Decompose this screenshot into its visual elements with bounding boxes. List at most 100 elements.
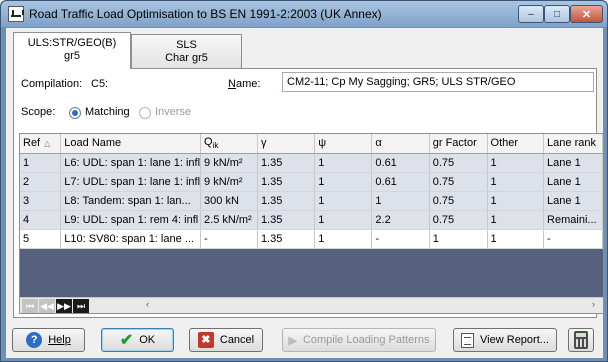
scope-inverse-radio[interactable] <box>139 107 151 119</box>
cell-alpha[interactable]: - <box>371 229 430 249</box>
cancel-button[interactable]: ✖ Cancel <box>189 328 263 352</box>
cell-gamma[interactable]: 1.35 <box>257 191 316 211</box>
cell-other[interactable]: 1 <box>487 229 545 249</box>
cell-gamma[interactable]: 1.35 <box>257 229 316 249</box>
tab-sls-line2: Char gr5 <box>165 52 208 64</box>
col-header-load-name[interactable]: Load Name <box>60 134 202 154</box>
col-header-alpha[interactable]: α <box>371 134 430 154</box>
cell-ref[interactable]: 5 <box>20 229 62 249</box>
col-header-qik[interactable]: Qik <box>200 134 258 154</box>
table-row[interactable]: 3 L8: Tandem: span 1: lan... 300 kN 1.35… <box>20 191 603 211</box>
next-page-icon[interactable]: ▶▶ <box>56 299 72 313</box>
prev-page-icon[interactable]: ◀◀ <box>39 299 55 313</box>
cell-qik[interactable]: - <box>200 229 258 249</box>
scope-inverse-label[interactable]: Inverse <box>155 106 191 118</box>
maximize-button[interactable]: □ <box>544 5 570 23</box>
calculator-button[interactable] <box>568 328 594 352</box>
table-row[interactable]: 4 L9: UDL: span 1: rem 4: infl 2.5 kN/m²… <box>20 210 603 230</box>
col-header-gamma[interactable]: γ <box>257 134 316 154</box>
cell-other[interactable]: 1 <box>487 191 545 211</box>
cell-qik[interactable]: 9 kN/m² <box>200 172 258 192</box>
table-row[interactable]: 5 L10: SV80: span 1: lane ... - 1.35 1 -… <box>20 229 603 249</box>
cell-qik[interactable]: 2.5 kN/m² <box>200 210 258 230</box>
cell-gr-factor[interactable]: 0.75 <box>429 172 488 192</box>
cell-lane-rank[interactable]: Lane 1 <box>543 172 603 192</box>
cell-ref[interactable]: 2 <box>20 172 62 192</box>
app-icon <box>8 6 24 22</box>
title-bar[interactable]: Road Traffic Load Optimisation to BS EN … <box>1 1 607 27</box>
cell-gamma[interactable]: 1.35 <box>257 210 316 230</box>
tab-uls-line2: gr5 <box>64 50 80 62</box>
cell-alpha[interactable]: 1 <box>371 191 430 211</box>
sort-ascending-icon: △ <box>44 139 51 149</box>
name-label: Name: <box>228 78 261 90</box>
col-header-psi[interactable]: ψ <box>314 134 373 154</box>
dialog-client: ULS:STR/GEO(B) gr5 SLS Char gr5 Compilat… <box>6 28 604 358</box>
cell-ref[interactable]: 4 <box>20 210 62 230</box>
cell-load-name[interactable]: L6: UDL: span 1: lane 1: infl <box>60 153 202 173</box>
table-row[interactable]: 1 L6: UDL: span 1: lane 1: infl 9 kN/m² … <box>20 153 603 173</box>
cell-lane-rank[interactable]: - <box>543 229 603 249</box>
dialog-window: Road Traffic Load Optimisation to BS EN … <box>0 0 608 362</box>
col-header-gr-factor[interactable]: gr Factor <box>429 134 488 154</box>
cell-psi[interactable]: 1 <box>314 172 373 192</box>
cell-gr-factor[interactable]: 0.75 <box>429 191 488 211</box>
scope-matching-radio[interactable] <box>69 107 81 119</box>
cell-ref[interactable]: 3 <box>20 191 62 211</box>
cell-load-name[interactable]: L10: SV80: span 1: lane ... <box>60 229 202 249</box>
help-button[interactable]: ? Help <box>12 328 85 352</box>
cell-psi[interactable]: 1 <box>314 210 373 230</box>
tab-uls[interactable]: ULS:STR/GEO(B) gr5 <box>13 32 131 69</box>
cell-qik[interactable]: 300 kN <box>200 191 258 211</box>
cell-alpha[interactable]: 0.61 <box>371 172 430 192</box>
first-record-icon[interactable]: ⏮ <box>22 299 38 313</box>
cell-gr-factor[interactable]: 1 <box>429 229 488 249</box>
horizontal-scrollbar[interactable]: ⏮ ◀◀ ▶▶ ⏭ ‹ › <box>20 297 603 313</box>
minimize-button[interactable]: – <box>518 5 544 23</box>
cell-psi[interactable]: 1 <box>314 153 373 173</box>
loads-grid[interactable]: Ref △ Load Name Qik γ ψ α gr Factor Other… <box>19 133 604 314</box>
cell-alpha[interactable]: 0.61 <box>371 153 430 173</box>
report-icon <box>461 332 475 348</box>
cell-load-name[interactable]: L8: Tandem: span 1: lan... <box>60 191 202 211</box>
ok-button[interactable]: ✔ OK <box>101 328 174 352</box>
cell-gr-factor[interactable]: 0.75 <box>429 210 488 230</box>
cancel-x-icon: ✖ <box>197 332 214 348</box>
scroll-right-arrow-icon[interactable]: › <box>592 299 595 309</box>
cell-lane-rank[interactable]: Remaini... <box>543 210 603 230</box>
col-header-ref[interactable]: Ref △ <box>20 134 62 154</box>
scope-matching-label[interactable]: Matching <box>85 106 130 118</box>
cell-other[interactable]: 1 <box>487 210 545 230</box>
last-record-icon[interactable]: ⏭ <box>73 299 89 313</box>
cell-psi[interactable]: 1 <box>314 191 373 211</box>
cell-lane-rank[interactable]: Lane 1 <box>543 153 603 173</box>
name-input[interactable]: CM2-11; Cp My Sagging; GR5; ULS STR/GEO <box>282 72 594 92</box>
compilation-value: C5: <box>91 78 109 90</box>
col-header-other[interactable]: Other <box>487 134 545 154</box>
close-button[interactable]: ✕ <box>570 5 603 23</box>
view-report-button[interactable]: View Report... <box>453 328 557 352</box>
compile-button-label: Compile Loading Patterns <box>302 334 430 346</box>
cell-alpha[interactable]: 2.2 <box>371 210 430 230</box>
cell-load-name[interactable]: L7: UDL: span 1: lane 1: infl <box>60 172 202 192</box>
cell-gr-factor[interactable]: 0.75 <box>429 153 488 173</box>
col-q-label: Q <box>204 136 213 149</box>
window-title: Road Traffic Load Optimisation to BS EN … <box>29 7 382 21</box>
compile-loading-patterns-button[interactable]: ▶ Compile Loading Patterns <box>282 328 436 352</box>
col-header-lane-rank[interactable]: Lane rank <box>543 134 603 154</box>
checkmark-icon: ✔ <box>119 332 134 349</box>
table-row[interactable]: 2 L7: UDL: span 1: lane 1: infl 9 kN/m² … <box>20 172 603 192</box>
cell-gamma[interactable]: 1.35 <box>257 172 316 192</box>
cell-psi[interactable]: 1 <box>314 229 373 249</box>
cell-other[interactable]: 1 <box>487 172 545 192</box>
cell-lane-rank[interactable]: Lane 1 <box>543 191 603 211</box>
cell-gamma[interactable]: 1.35 <box>257 153 316 173</box>
cell-qik[interactable]: 9 kN/m² <box>200 153 258 173</box>
tab-sls-line1: SLS <box>176 39 197 51</box>
scroll-left-arrow-icon[interactable]: ‹ <box>146 299 149 309</box>
view-report-button-label: View Report... <box>480 334 549 346</box>
cell-load-name[interactable]: L9: UDL: span 1: rem 4: infl <box>60 210 202 230</box>
cell-ref[interactable]: 1 <box>20 153 62 173</box>
cell-other[interactable]: 1 <box>487 153 545 173</box>
tab-sls[interactable]: SLS Char gr5 <box>131 34 242 68</box>
